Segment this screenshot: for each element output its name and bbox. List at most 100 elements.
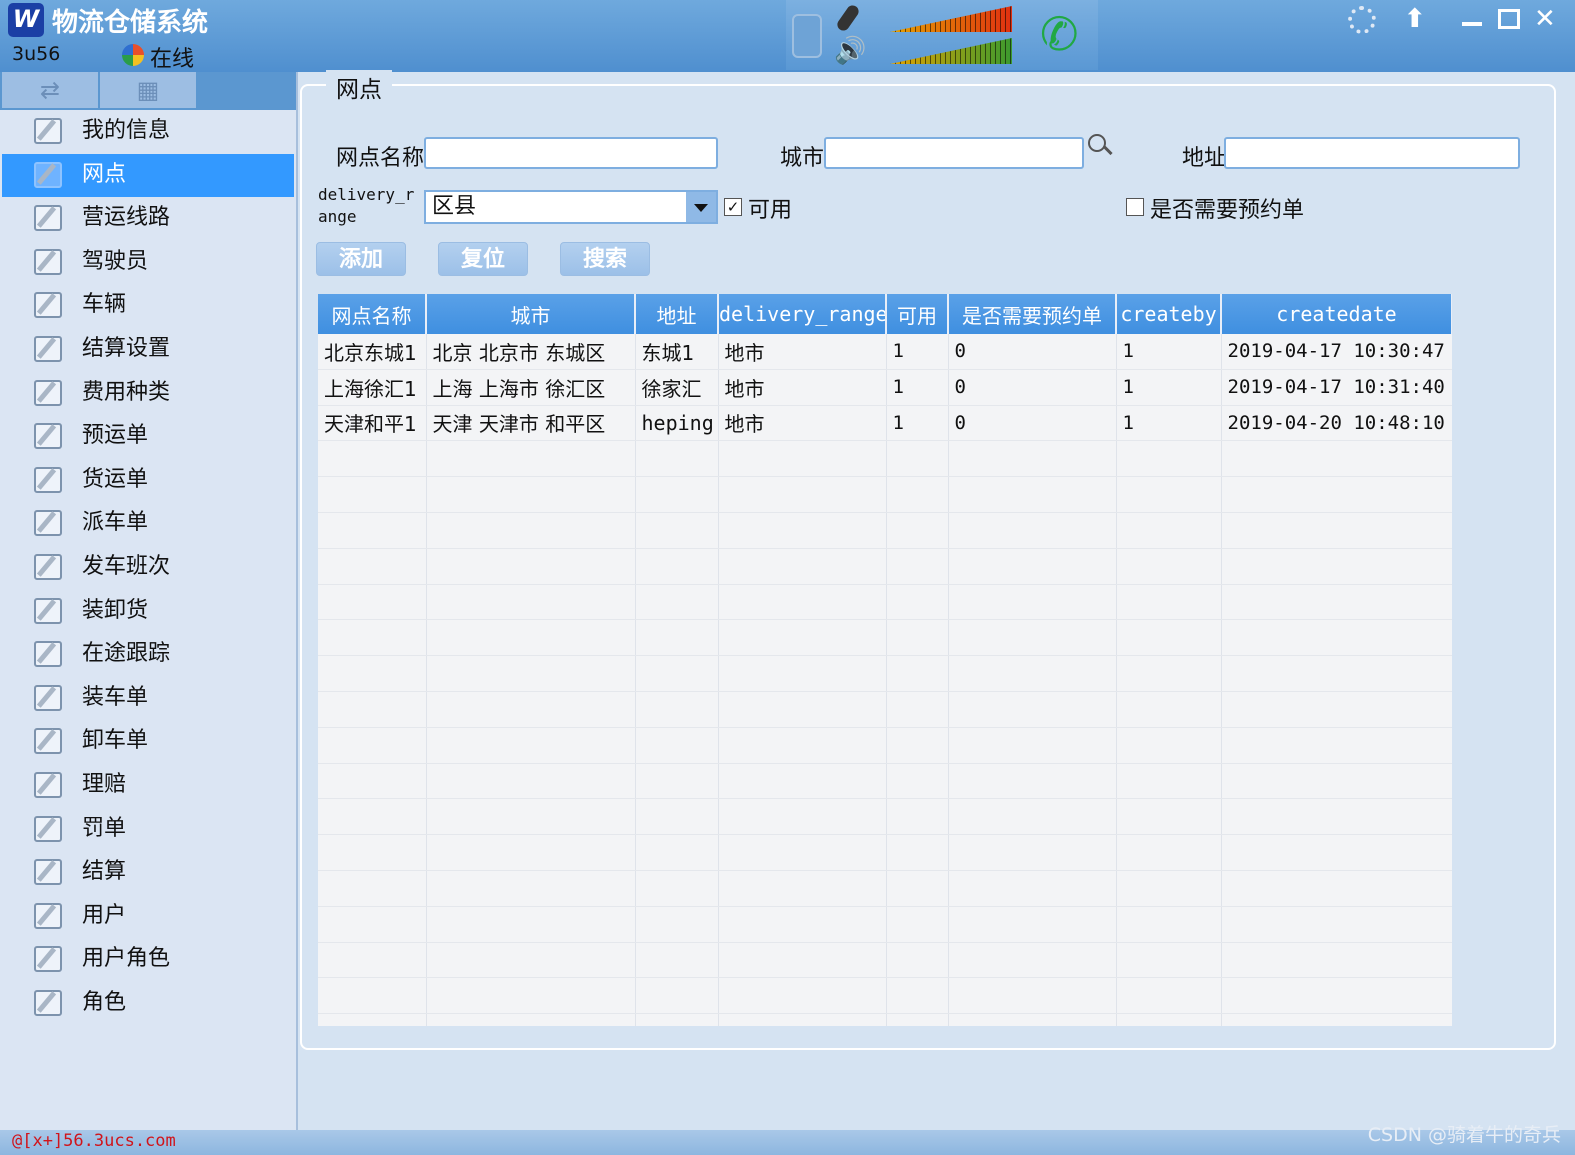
table-row[interactable]: 天津和平1 天津 天津市 和平区 heping 地市 1 0 1 2019-04-20 10:… [318, 405, 1452, 442]
column-header[interactable]: 可用 [886, 294, 949, 334]
table-cell: 地市 [718, 334, 887, 370]
sidebar-item[interactable]: 用户角色 [2, 938, 294, 982]
table-cell [886, 977, 949, 1015]
column-header[interactable]: 地址 [635, 294, 719, 334]
edit-note-icon [34, 510, 62, 537]
sidebar-item[interactable]: 装卸货 [2, 590, 294, 634]
table-cell [426, 476, 636, 513]
table-cell [718, 834, 887, 871]
sidebar-item[interactable]: 我的信息 [2, 110, 294, 154]
settings-icon[interactable] [1348, 6, 1376, 34]
table-cell [635, 727, 719, 764]
table-cell [635, 440, 719, 478]
call-icon[interactable]: ✆ [1040, 6, 1079, 62]
close-icon[interactable]: ✕ [1534, 6, 1556, 32]
column-header[interactable]: 网点名称 [318, 294, 427, 334]
sidebar-item[interactable]: 派车单 [2, 502, 294, 546]
outlet-name-label: 网点名称 [336, 146, 425, 171]
table-cell [635, 619, 719, 657]
table-cell [948, 691, 1117, 728]
table-row[interactable]: 北京东城1 北京 北京市 东城区 东城1 地市 1 0 1 2019-04-17 10:30:… [318, 334, 1452, 370]
column-header[interactable]: createby [1116, 294, 1222, 334]
table-cell [948, 655, 1117, 692]
phone-keypad-icon[interactable] [792, 14, 822, 58]
table-cell [426, 1013, 636, 1026]
table-cell [1221, 655, 1452, 692]
edit-note-icon [34, 902, 62, 929]
table-cell [718, 512, 887, 549]
status-link[interactable]: @[x+]56.3ucs.com [12, 1131, 176, 1151]
table-cell: 徐家汇 [635, 369, 719, 406]
panel-title: 网点 [326, 70, 392, 104]
address-input[interactable] [1224, 137, 1520, 169]
sidebar-item[interactable]: 货运单 [2, 459, 294, 503]
table-cell: 2019-04-17 10:30:47 [1221, 334, 1452, 370]
column-header[interactable]: delivery_range [718, 294, 887, 334]
online-status[interactable]: 在线 [150, 41, 194, 73]
empty-table-row [318, 798, 1452, 836]
sidebar-item[interactable]: 装车单 [2, 677, 294, 721]
table-cell: 天津和平1 [318, 405, 427, 442]
sidebar-item-label: 卸车单 [82, 728, 149, 754]
sidebar-item[interactable]: 理赔 [2, 764, 294, 808]
upload-icon[interactable]: ⬆ [1404, 6, 1426, 32]
sidebar-item[interactable]: 结算设置 [2, 328, 294, 372]
empty-table-row [318, 655, 1452, 692]
sidebar-item[interactable]: 发车班次 [2, 546, 294, 590]
sidebar-item[interactable]: 角色 [2, 982, 294, 1026]
sidebar-item[interactable]: 费用种类 [2, 372, 294, 416]
sidebar-item[interactable]: 预运单 [2, 415, 294, 459]
chevron-down-icon[interactable] [686, 192, 716, 222]
table-cell [426, 655, 636, 692]
table-cell [718, 942, 887, 979]
maximize-icon[interactable] [1498, 9, 1520, 29]
sidebar-item[interactable]: 用户 [2, 895, 294, 939]
table-cell [1221, 691, 1452, 728]
table-row[interactable]: 上海徐汇1 上海 上海市 徐汇区 徐家汇 地市 1 0 1 2019-04-17 10:31:… [318, 369, 1452, 406]
edit-note-icon [34, 205, 62, 232]
table-cell [635, 512, 719, 549]
sidebar-item-label: 罚单 [82, 815, 127, 841]
search-button[interactable]: 搜索 [560, 242, 650, 276]
sidebar-item-label: 我的信息 [82, 118, 171, 143]
sidebar-item[interactable]: 车辆 [2, 284, 294, 328]
city-input[interactable] [824, 137, 1084, 169]
delivery-range-select[interactable]: 区县 [424, 190, 718, 224]
sidebar-item[interactable]: 驾驶员 [2, 241, 294, 285]
table-cell [318, 870, 427, 907]
outlets-table: 网点名称 城市 地址 delivery_range 可用 是否需要预约单 createby c… [318, 294, 1452, 1026]
table-cell [1221, 440, 1452, 478]
column-header[interactable]: createdate [1221, 294, 1452, 334]
sidebar-item[interactable]: 罚单 [2, 808, 294, 852]
edit-note-icon [34, 248, 62, 275]
speaker-icon[interactable]: 🔊 [834, 36, 866, 66]
grid-icon[interactable]: ▦ [100, 72, 196, 108]
sidebar-item[interactable]: 在途跟踪 [2, 633, 294, 677]
sidebar-item[interactable]: 营运线路 [2, 197, 294, 241]
sidebar-item[interactable]: 卸车单 [2, 720, 294, 764]
available-checkbox[interactable]: ✓ [724, 198, 742, 216]
table-cell [318, 512, 427, 549]
sidebar-item[interactable]: 结算 [2, 851, 294, 895]
edit-note-icon [34, 335, 62, 362]
reset-button[interactable]: 复位 [438, 242, 528, 276]
table-cell [948, 942, 1117, 979]
table-cell: 1 [1116, 334, 1222, 370]
empty-table-row [318, 548, 1452, 585]
minimize-icon[interactable] [1462, 22, 1482, 26]
sidebar-item[interactable]: 网点 [2, 153, 294, 198]
add-button[interactable]: 添加 [316, 242, 406, 276]
outlet-name-input[interactable] [424, 137, 718, 169]
switch-icon[interactable]: ⇄ [2, 72, 98, 108]
table-cell [635, 798, 719, 836]
microphone-icon[interactable] [835, 3, 861, 33]
column-header[interactable]: 是否需要预约单 [948, 294, 1117, 334]
table-cell [1116, 691, 1222, 728]
table-cell [635, 691, 719, 728]
table-cell [635, 655, 719, 692]
search-icon[interactable] [1088, 134, 1106, 152]
table-cell [1116, 798, 1222, 836]
table-cell [886, 584, 949, 621]
appointment-required-checkbox[interactable] [1126, 198, 1144, 216]
column-header[interactable]: 城市 [426, 294, 636, 334]
